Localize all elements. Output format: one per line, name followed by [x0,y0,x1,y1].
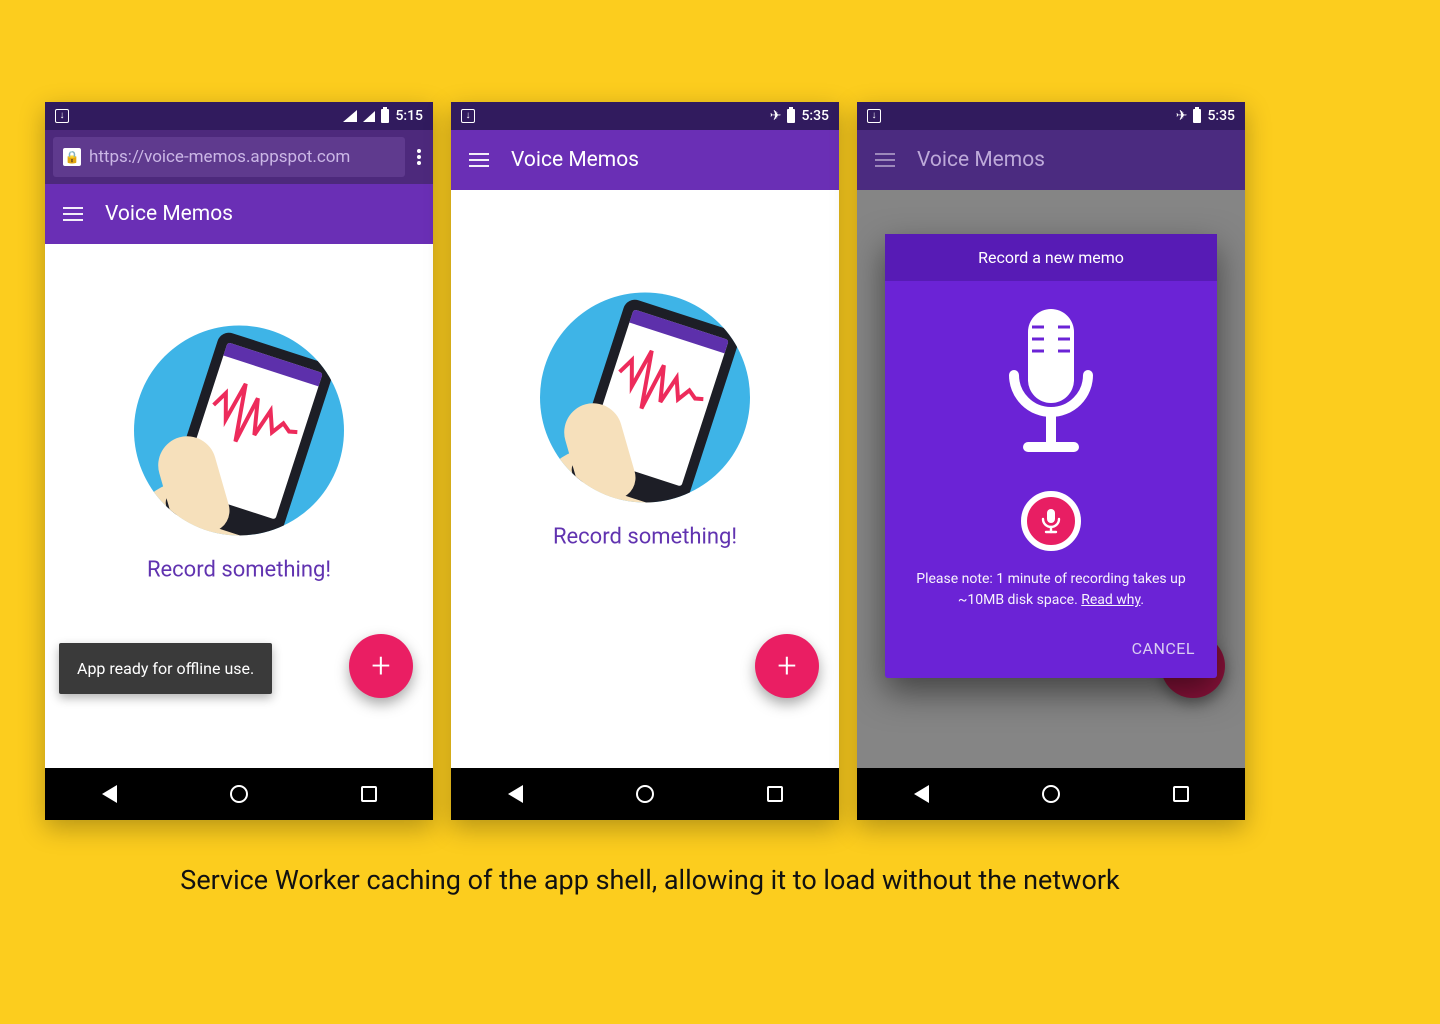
mic-small-icon [1041,508,1061,534]
android-nav-bar [45,768,433,820]
fab-add-button[interactable]: + [349,634,413,698]
microphone-icon [996,305,1106,475]
browser-menu-button[interactable] [413,149,425,165]
battery-icon [381,109,389,123]
app-bar: Voice Memos [857,130,1245,190]
plus-icon: + [371,646,390,686]
modal-note-prefix: Please note: 1 minute of recording takes… [916,571,1185,608]
empty-state: Record something! [451,293,839,550]
app-bar: Voice Memos [45,184,433,244]
url-text: https://voice-memos.appspot.com [89,147,350,167]
nav-home-button[interactable] [636,785,654,803]
screens-row: ↓ 5:15 🔒 https://voice-memos.appspot.com… [45,102,1245,820]
android-nav-bar [451,768,839,820]
airplane-mode-icon: ✈ [1176,108,1188,124]
nav-home-button[interactable] [1042,785,1060,803]
nav-back-button[interactable] [914,785,929,803]
download-icon: ↓ [55,109,69,123]
illustration-circle [540,293,750,503]
read-why-link[interactable]: Read why [1081,592,1140,608]
modal-title: Record a new memo [885,234,1217,281]
app-title: Voice Memos [105,202,233,226]
cancel-button[interactable]: CANCEL [1132,639,1195,658]
phone-1: ↓ 5:15 🔒 https://voice-memos.appspot.com… [45,102,433,820]
content-area-dimmed: + Record a new memo [857,190,1245,768]
omnibox[interactable]: 🔒 https://voice-memos.appspot.com [53,137,405,177]
empty-state-text: Record something! [45,557,433,582]
offline-toast: App ready for offline use. [59,643,272,694]
clock-text: 5:35 [1207,108,1235,124]
app-title: Voice Memos [511,148,639,172]
plus-icon: + [777,646,796,686]
fab-add-button[interactable]: + [755,634,819,698]
illustration-circle [134,325,344,535]
nav-home-button[interactable] [230,785,248,803]
content-area: Record something! + [451,190,839,768]
hamburger-icon[interactable] [875,153,895,167]
nav-recent-button[interactable] [767,786,783,802]
phone-3: ↓ ✈ 5:35 Voice Memos + Record a new memo [857,102,1245,820]
android-nav-bar [857,768,1245,820]
content-area: Record something! App ready for offline … [45,244,433,768]
app-title: Voice Memos [917,148,1045,172]
clock-text: 5:35 [801,108,829,124]
status-bar: ↓ ✈ 5:35 [857,102,1245,130]
browser-url-bar: 🔒 https://voice-memos.appspot.com [45,130,433,184]
nav-back-button[interactable] [102,785,117,803]
empty-state: Record something! [45,325,433,582]
nav-recent-button[interactable] [1173,786,1189,802]
wifi-icon [343,110,357,122]
battery-icon [787,109,795,123]
phone-2: ↓ ✈ 5:35 Voice Memos [451,102,839,820]
signal-icon [363,111,375,122]
record-button[interactable] [1021,491,1081,551]
modal-note-suffix: . [1140,592,1144,608]
app-bar: Voice Memos [451,130,839,190]
figure-caption: Service Worker caching of the app shell,… [0,864,1300,896]
nav-back-button[interactable] [508,785,523,803]
record-memo-modal: Record a new memo [885,234,1217,678]
lock-icon: 🔒 [63,148,81,166]
empty-state-text: Record something! [451,525,839,550]
download-icon: ↓ [867,109,881,123]
clock-text: 5:15 [395,108,423,124]
airplane-mode-icon: ✈ [770,108,782,124]
battery-icon [1193,109,1201,123]
status-bar: ↓ ✈ 5:35 [451,102,839,130]
nav-recent-button[interactable] [361,786,377,802]
download-icon: ↓ [461,109,475,123]
hamburger-icon[interactable] [63,207,83,221]
status-bar: ↓ 5:15 [45,102,433,130]
hamburger-icon[interactable] [469,153,489,167]
modal-note: Please note: 1 minute of recording takes… [903,569,1199,611]
